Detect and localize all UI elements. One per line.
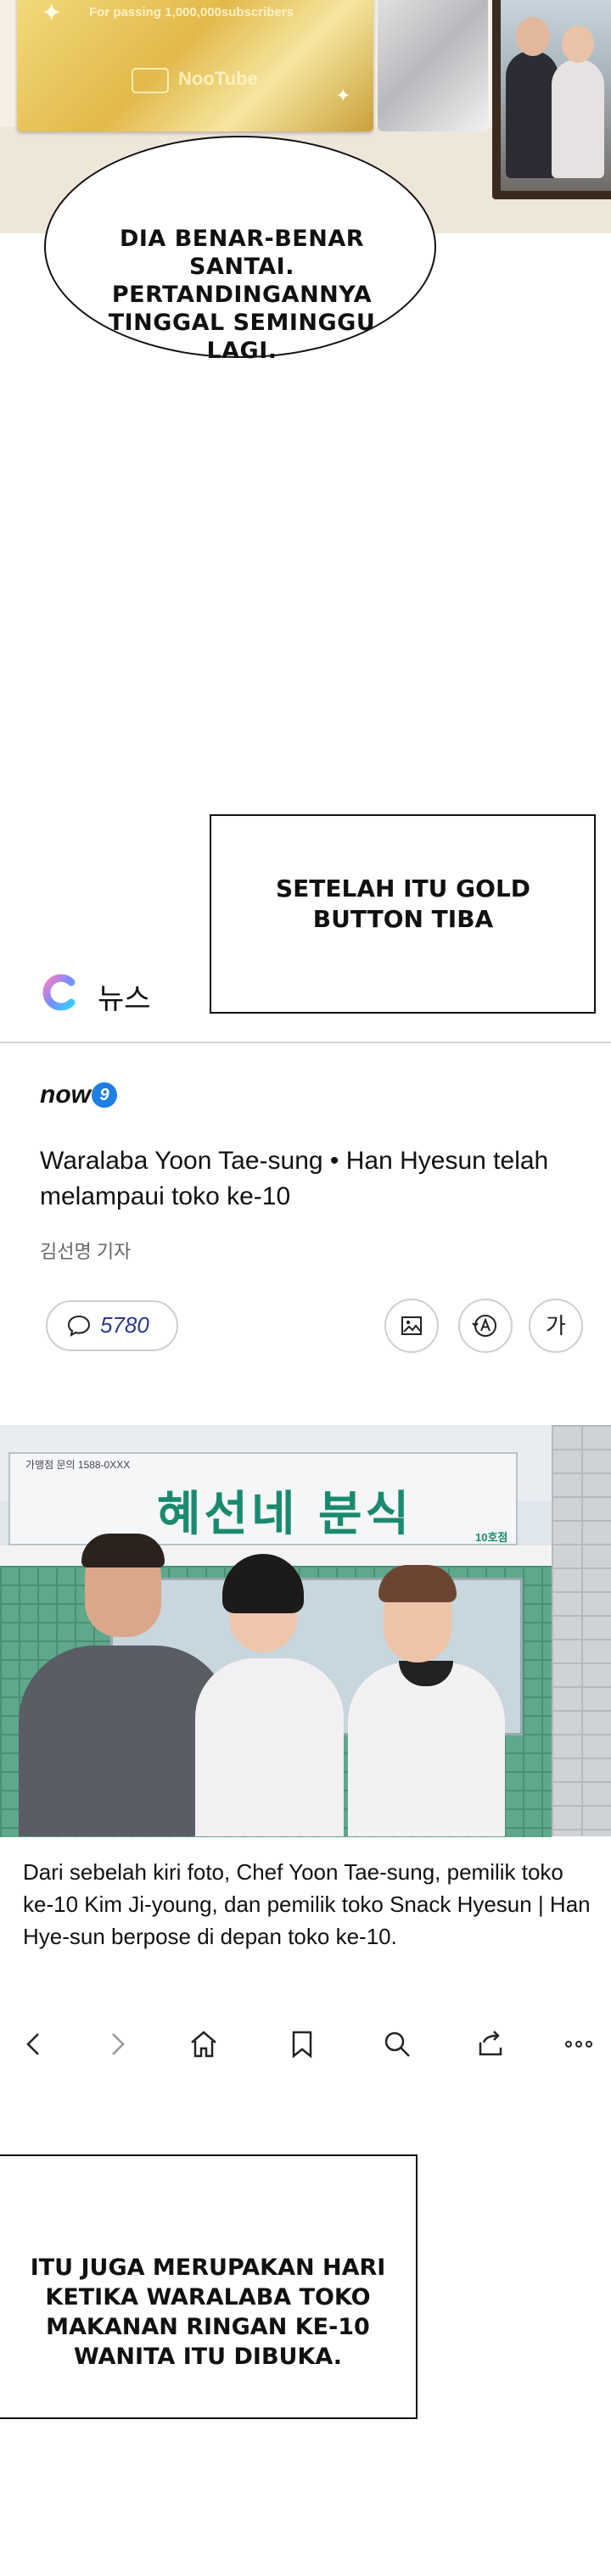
auto-summary-icon (472, 1315, 496, 1337)
owner-figure (348, 1662, 505, 1836)
store-sign-name: 혜선네 분식 (157, 1487, 413, 1542)
brick-wall (552, 1425, 611, 1836)
plaque-text: For passing 1,000,000subscribers (89, 5, 294, 20)
reporter-name[interactable]: 김선명 기자 (40, 1237, 131, 1264)
search-icon[interactable] (378, 2026, 416, 2063)
speech-bubble-text: DIA BENAR-BENAR SANTAI. PERTANDINGANNYA … (108, 226, 376, 364)
sparkle-icon: ✦ (335, 85, 351, 106)
share-icon[interactable] (472, 2026, 509, 2063)
c-logo-icon (42, 974, 76, 1011)
news-headline[interactable]: Waralaba Yoon Tae-sung • Han Hyesun tela… (40, 1143, 583, 1215)
photo-caption: Dari sebelah kiri foto, Chef Yoon Tae-su… (23, 1859, 591, 1949)
narration-text: SETELAH ITU GOLD BUTTON TIBA (275, 874, 531, 933)
divider (0, 1042, 611, 1043)
font-size-label: 가 (546, 1313, 566, 1338)
news-header-title: 뉴스 (98, 983, 151, 1015)
news-brand: now (40, 1081, 91, 1109)
image-icon (401, 1316, 422, 1335)
chef-hair (81, 1534, 165, 1567)
more-icon[interactable] (560, 2026, 597, 2063)
owner-figure (195, 1658, 344, 1836)
comment-icon (67, 1315, 91, 1338)
silver-plaque (378, 0, 488, 131)
photo-person (552, 59, 604, 178)
brand-badge: 9 (92, 1082, 117, 1108)
photo-person-head (516, 17, 550, 56)
home-icon[interactable] (185, 2026, 222, 2063)
gold-button-plaque (17, 0, 373, 131)
nootube-logo-icon (132, 68, 169, 93)
bookmark-icon[interactable] (283, 2026, 321, 2063)
back-icon[interactable] (15, 2026, 53, 2063)
plaque-logo-text: NooTube (178, 68, 258, 89)
store-sign-subtext: 가맹점 문의 1588-0XXX (25, 1459, 131, 1471)
owner-hair (378, 1565, 457, 1602)
photo-person-head (562, 25, 594, 63)
narration-text: ITU JUGA MERUPAKAN HARI KETIKA WARALABA … (30, 2255, 386, 2370)
store-sign-number: 10호점 (475, 1531, 508, 1544)
photo-person (506, 51, 558, 178)
sparkle-icon: ✦ (41, 0, 63, 27)
comment-count: 5780 (100, 1312, 149, 1338)
forward-icon[interactable] (98, 2026, 136, 2063)
